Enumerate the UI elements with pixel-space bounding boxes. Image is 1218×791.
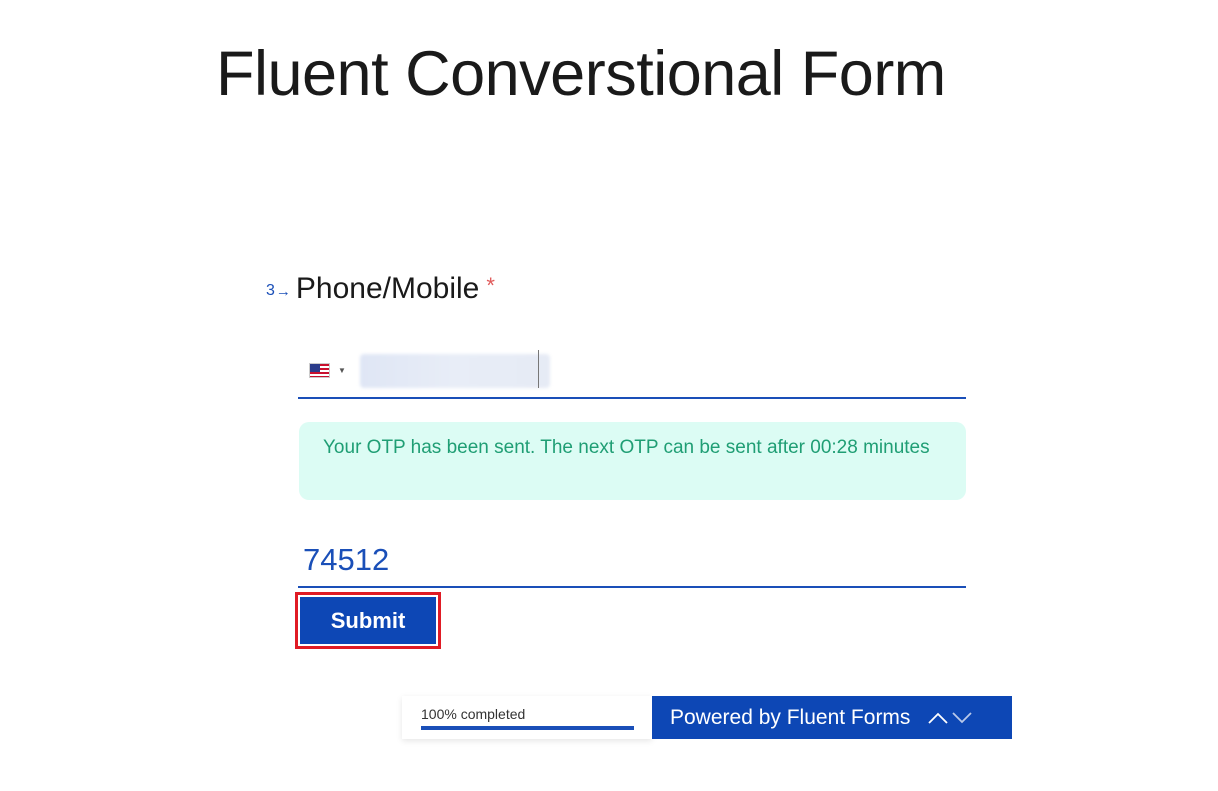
powered-prefix: Powered by — [670, 705, 787, 729]
otp-field — [298, 536, 966, 588]
progress-panel: 100% completed — [402, 696, 652, 739]
country-select[interactable]: ▼ — [309, 363, 346, 378]
us-flag-icon — [309, 363, 330, 378]
submit-button[interactable]: Submit — [300, 597, 436, 644]
phone-field: ▼ — [298, 344, 966, 399]
powered-by-text: Powered by Fluent Forms — [670, 706, 910, 730]
otp-sent-alert: Your OTP has been sent. The next OTP can… — [299, 422, 966, 500]
chevron-down-icon[interactable] — [950, 708, 974, 728]
otp-input[interactable] — [298, 536, 966, 584]
question-number-value: 3 — [266, 282, 275, 299]
chevron-up-icon[interactable] — [926, 708, 950, 728]
page-title: Fluent Converstional Form — [216, 39, 946, 109]
required-mark: * — [486, 273, 495, 298]
powered-brand-link[interactable]: Fluent Forms — [787, 706, 911, 729]
question-number: 3 → — [266, 282, 291, 300]
caret-down-icon: ▼ — [338, 366, 346, 375]
submit-highlight-box: Submit — [295, 592, 441, 649]
question-header: 3 → Phone/Mobile * — [266, 272, 495, 306]
phone-input[interactable] — [359, 353, 550, 388]
powered-by-bar: Powered by Fluent Forms — [652, 696, 1012, 739]
question-label: Phone/Mobile — [295, 272, 480, 305]
arrow-right-icon: → — [275, 282, 291, 300]
text-cursor — [538, 350, 539, 388]
progress-fill — [421, 726, 634, 730]
progress-track — [421, 726, 634, 730]
form-navigation — [926, 708, 974, 728]
progress-text: 100% completed — [421, 706, 526, 722]
